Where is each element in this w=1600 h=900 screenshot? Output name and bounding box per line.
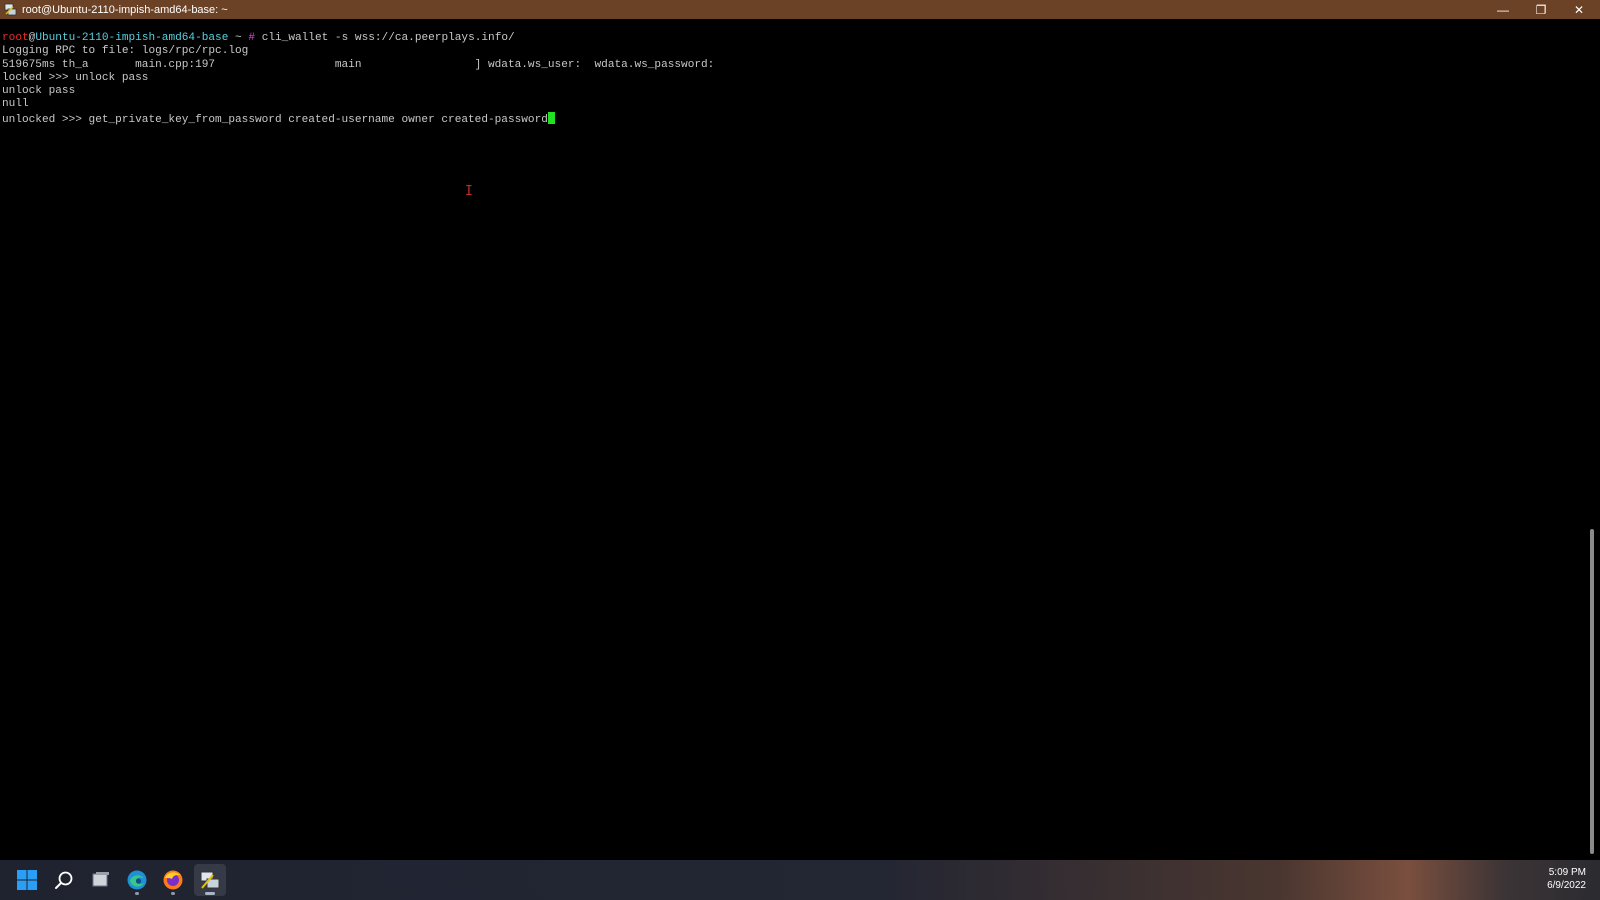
clock-time: 5:09 PM bbox=[1548, 867, 1586, 878]
terminal-line: Logging RPC to file: logs/rpc/rpc.log bbox=[2, 45, 249, 58]
terminal-line: unlock pass bbox=[2, 85, 76, 98]
close-button[interactable]: ✕ bbox=[1560, 0, 1598, 19]
terminal-area[interactable]: root@Ubuntu-2110-impish-amd64-base ~ # c… bbox=[0, 19, 1585, 860]
terminal-line-current: unlocked >>> get_private_key_from_passwo… bbox=[2, 111, 714, 126]
scrollbar-thumb[interactable] bbox=[1590, 529, 1594, 854]
clock-date: 6/9/2022 bbox=[1547, 880, 1586, 891]
putty-icon bbox=[3, 3, 17, 17]
terminal-scrollbar[interactable] bbox=[1585, 19, 1600, 860]
firefox-icon[interactable] bbox=[157, 864, 189, 896]
system-clock[interactable]: 5:09 PM 6/9/2022 bbox=[1547, 866, 1586, 892]
minimize-button[interactable]: — bbox=[1484, 0, 1522, 19]
terminal-output: root@Ubuntu-2110-impish-amd64-base ~ # c… bbox=[2, 32, 715, 126]
windows-start-icon[interactable] bbox=[11, 864, 43, 896]
running-indicator bbox=[171, 892, 175, 895]
mouse-ibeam-cursor: I bbox=[465, 184, 473, 199]
edge-icon[interactable] bbox=[121, 864, 153, 896]
prompt-host: Ubuntu-2110-impish-amd64-base bbox=[35, 32, 229, 44]
terminal-line: 519675ms th_a main.cpp:197 main ] wdata.… bbox=[2, 58, 715, 71]
window-titlebar[interactable]: root@Ubuntu-2110-impish-amd64-base: ~ — … bbox=[0, 0, 1600, 19]
running-indicator bbox=[135, 892, 139, 895]
window-title: root@Ubuntu-2110-impish-amd64-base: ~ bbox=[22, 3, 228, 16]
search-icon[interactable] bbox=[48, 864, 80, 896]
text-cursor bbox=[547, 111, 555, 124]
putty-taskbar-icon[interactable] bbox=[194, 864, 226, 896]
current-command-text: unlocked >>> get_private_key_from_passwo… bbox=[2, 113, 548, 126]
active-window-indicator bbox=[205, 892, 215, 895]
terminal-line: null bbox=[2, 98, 29, 111]
taskbar: 5:09 PM 6/9/2022 bbox=[0, 860, 1600, 900]
prompt-symbol: # bbox=[241, 32, 256, 44]
command-text: cli_wallet -s wss://ca.peerplays.info/ bbox=[255, 32, 515, 44]
terminal-line: locked >>> unlock pass bbox=[2, 71, 149, 84]
terminal-line-command: root@Ubuntu-2110-impish-amd64-base ~ # c… bbox=[2, 32, 714, 45]
prompt-path: ~ bbox=[228, 32, 242, 44]
task-view-icon[interactable] bbox=[85, 864, 117, 896]
prompt-user: root bbox=[2, 32, 29, 44]
maximize-button[interactable]: ❐ bbox=[1522, 0, 1560, 19]
